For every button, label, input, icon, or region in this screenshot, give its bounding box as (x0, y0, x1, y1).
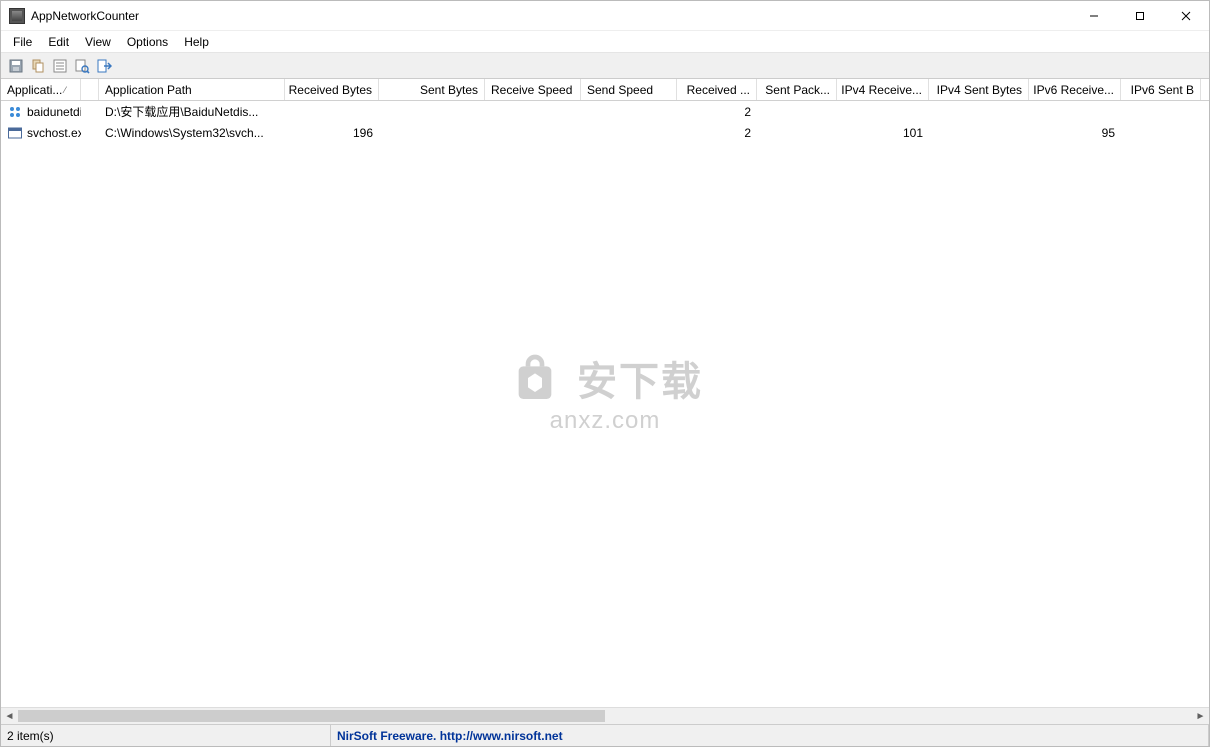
cell (485, 122, 581, 143)
column-headers: Applicati... ⁄ Application PathReceived B… (1, 79, 1209, 101)
cell (581, 101, 677, 122)
baidu-icon (7, 104, 23, 120)
list-view[interactable]: baidunetdi...D:\安下载应用\BaiduNetdis...2svc… (1, 101, 1209, 707)
column-header[interactable] (81, 79, 99, 100)
table-row[interactable]: svchost.exe C:\Windows\System32\svch...19… (1, 122, 1209, 143)
cell: 2 (677, 122, 757, 143)
column-header[interactable]: Receive Speed (485, 79, 581, 100)
cell (581, 122, 677, 143)
column-header[interactable]: IPv6 Sent B (1121, 79, 1201, 100)
watermark: 安下载 anxz.com (507, 349, 703, 435)
cell (285, 101, 379, 122)
column-header[interactable]: Received Bytes (285, 79, 379, 100)
cell (757, 101, 837, 122)
statusbar: 2 item(s) NirSoft Freeware. http://www.n… (1, 724, 1209, 746)
column-header[interactable]: Received ... (677, 79, 757, 100)
cell: D:\安下载应用\BaiduNetdis... (99, 101, 285, 122)
menu-help[interactable]: Help (176, 31, 217, 52)
toolbar (1, 53, 1209, 79)
scroll-right-arrow[interactable]: ► (1192, 708, 1209, 724)
table-row[interactable]: baidunetdi... D:\安下载应用\BaiduNetdis... 2 (1, 101, 1209, 122)
titlebar: AppNetworkCounter (1, 1, 1209, 31)
column-header[interactable]: Send Speed (581, 79, 677, 100)
titlebar-left: AppNetworkCounter (1, 8, 139, 24)
scroll-thumb[interactable] (18, 710, 605, 722)
status-credits: NirSoft Freeware. http://www.nirsoft.net (331, 725, 1209, 746)
cell: 95 (1029, 122, 1121, 143)
minimize-button[interactable] (1071, 1, 1117, 30)
column-header[interactable]: IPv4 Receive... (837, 79, 929, 100)
bag-icon (507, 350, 563, 406)
column-header[interactable]: Sent Bytes (379, 79, 485, 100)
sort-indicator-icon: ⁄ (64, 85, 66, 95)
column-header[interactable]: IPv4 Sent Bytes (929, 79, 1029, 100)
cell (81, 101, 99, 122)
cell: svchost.exe (1, 122, 81, 143)
menu-options[interactable]: Options (119, 31, 176, 52)
cell: baidunetdi... (1, 101, 81, 122)
exe-icon (7, 125, 23, 141)
app-icon (9, 8, 25, 24)
column-header[interactable]: Sent Pack... (757, 79, 837, 100)
cell (1121, 101, 1201, 122)
cell (929, 101, 1029, 122)
scroll-left-arrow[interactable]: ◄ (1, 708, 18, 724)
cell (929, 122, 1029, 143)
properties-icon[interactable] (51, 57, 69, 75)
cell: 101 (837, 122, 929, 143)
cell (1121, 122, 1201, 143)
copy-icon[interactable] (29, 57, 47, 75)
watermark-text-cn: 安下载 (577, 349, 703, 407)
cell (837, 101, 929, 122)
cell (485, 101, 581, 122)
cell: 196 (285, 122, 379, 143)
cell: 2 (677, 101, 757, 122)
menubar: File Edit View Options Help (1, 31, 1209, 53)
window-controls (1071, 1, 1209, 30)
close-button[interactable] (1163, 1, 1209, 30)
cell (1029, 101, 1121, 122)
horizontal-scrollbar[interactable]: ◄ ► (1, 707, 1209, 724)
menu-view[interactable]: View (77, 31, 119, 52)
cell: C:\Windows\System32\svch... (99, 122, 285, 143)
column-header[interactable]: Application Path (99, 79, 285, 100)
scroll-track[interactable] (18, 708, 1192, 724)
exit-icon[interactable] (95, 57, 113, 75)
save-icon[interactable] (7, 57, 25, 75)
menu-file[interactable]: File (5, 31, 40, 52)
cell (379, 101, 485, 122)
column-header[interactable]: IPv6 Receive... (1029, 79, 1121, 100)
watermark-url: anxz.com (507, 407, 703, 435)
cell (379, 122, 485, 143)
find-icon[interactable] (73, 57, 91, 75)
menu-edit[interactable]: Edit (40, 31, 77, 52)
cell (81, 122, 99, 143)
maximize-button[interactable] (1117, 1, 1163, 30)
window-title: AppNetworkCounter (31, 9, 139, 23)
app-window: AppNetworkCounter File Edit View Options… (0, 0, 1210, 747)
column-header[interactable]: Applicati... ⁄ (1, 79, 81, 100)
cell (757, 122, 837, 143)
status-item-count: 2 item(s) (1, 725, 331, 746)
